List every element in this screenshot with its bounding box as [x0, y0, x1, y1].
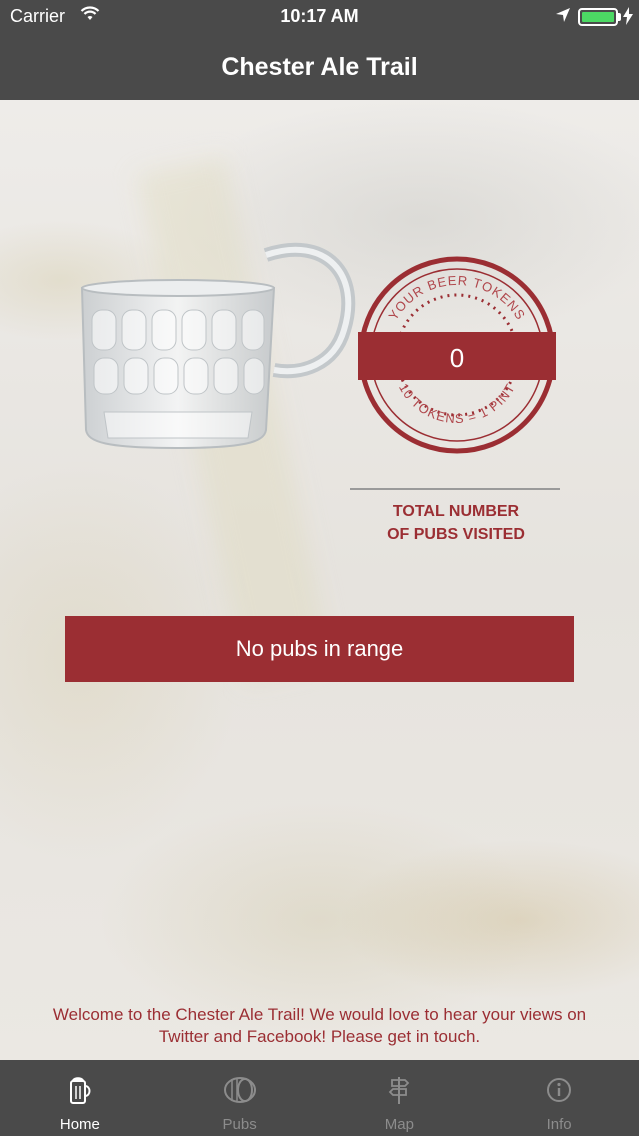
- tab-bar: Home Pubs Map Info: [0, 1060, 639, 1136]
- svg-text:YOUR BEER TOKENS: YOUR BEER TOKENS: [385, 273, 528, 323]
- beer-mug-image: [80, 242, 356, 450]
- stamp-top-text: YOUR BEER TOKENS: [385, 273, 527, 323]
- charging-bolt-icon: [623, 7, 633, 30]
- signpost-icon: [388, 1074, 410, 1106]
- battery-tip: [618, 13, 621, 21]
- tab-map-label: Map: [384, 1116, 414, 1133]
- svg-text:10 TOKENS = 1 PINT: 10 TOKENS = 1 PINT: [396, 381, 518, 426]
- mug-icon: [68, 1074, 92, 1106]
- stamp-bottom-text: 10 TOKENS = 1 PINT: [396, 381, 517, 426]
- barrel-icon: [223, 1074, 257, 1106]
- divider: [350, 488, 560, 490]
- tab-info[interactable]: Info: [479, 1060, 639, 1136]
- tab-home[interactable]: Home: [0, 1060, 160, 1136]
- pubs-visited-label: TOTAL NUMBER OF PUBS VISITED: [352, 500, 560, 546]
- pubs-visited-line2: OF PUBS VISITED: [387, 526, 525, 543]
- tab-pubs-label: Pubs: [222, 1116, 257, 1133]
- tab-info-label: Info: [546, 1116, 572, 1133]
- location-arrow-icon: [555, 7, 571, 28]
- token-count: 0: [449, 342, 465, 373]
- info-icon: [546, 1074, 572, 1106]
- tab-pubs[interactable]: Pubs: [160, 1060, 320, 1136]
- clock: 10:17 AM: [280, 6, 359, 26]
- status-bar: Carrier 10:17 AM: [0, 0, 639, 34]
- page-title: Chester Ale Trail: [221, 52, 418, 81]
- tab-map[interactable]: Map: [320, 1060, 480, 1136]
- pubs-visited-line1: TOTAL NUMBER: [392, 503, 520, 520]
- nav-bar: Chester Ale Trail: [0, 34, 639, 100]
- pubs-in-range-button[interactable]: No pubs in range: [65, 616, 574, 682]
- battery-icon: [578, 8, 618, 26]
- tab-home-label: Home: [59, 1116, 100, 1133]
- welcome-message: Welcome to the Chester Ale Trail! We wou…: [52, 1005, 587, 1046]
